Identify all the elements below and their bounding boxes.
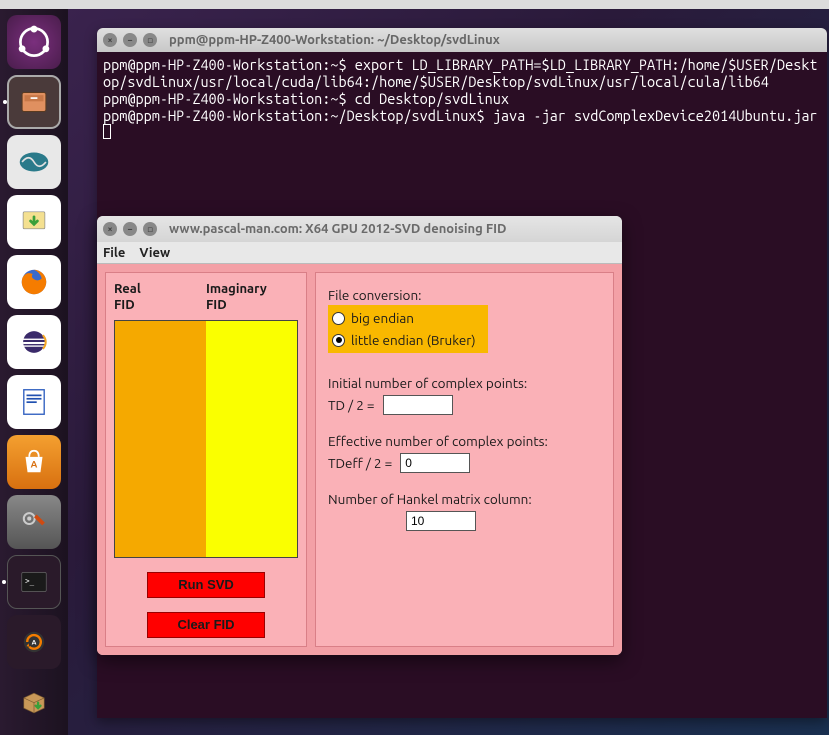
app-titlebar[interactable]: × − ▫ www.pascal-man.com: X64 GPU 2012-S… — [97, 216, 622, 242]
fid-panel: Real FID Imaginary FID Run SVD Clear FID — [105, 272, 307, 647]
terminal-icon: >_ — [17, 565, 51, 599]
eclipse-icon — [17, 325, 51, 359]
imaginary-fid-header: Imaginary FID — [206, 281, 298, 314]
unity-launcher: A >_ A — [0, 9, 68, 735]
td-input[interactable] — [383, 395, 453, 415]
download-folder-icon — [17, 205, 51, 239]
run-svd-button[interactable]: Run SVD — [147, 572, 265, 598]
hankel-row: Number of Hankel matrix column: — [328, 491, 601, 531]
launcher-terminal[interactable]: >_ — [7, 555, 61, 609]
ubuntu-icon — [17, 25, 51, 59]
terminal-title: ppm@ppm-HP-Z400-Workstation: ~/Desktop/s… — [169, 33, 500, 47]
close-icon[interactable]: × — [103, 222, 117, 236]
radio-icon — [332, 312, 345, 325]
firefox-icon — [17, 265, 51, 299]
initial-points-row: Initial number of complex points: TD / 2… — [328, 375, 601, 415]
little-endian-label: little endian (Bruker) — [351, 332, 476, 348]
hankel-label: Number of Hankel matrix column: — [328, 491, 601, 507]
maximize-icon[interactable]: ▫ — [143, 222, 157, 236]
real-fid-area — [115, 321, 206, 557]
launcher-firefox[interactable] — [7, 255, 61, 309]
svd-app-window: × − ▫ www.pascal-man.com: X64 GPU 2012-S… — [97, 216, 622, 655]
launcher-software-updater[interactable]: A — [7, 615, 61, 669]
launcher-package[interactable] — [7, 675, 61, 729]
gear-wrench-icon — [17, 505, 51, 539]
minimize-icon[interactable]: − — [123, 33, 137, 47]
little-endian-radio[interactable]: little endian (Bruker) — [328, 329, 488, 351]
launcher-libreoffice-writer[interactable] — [7, 375, 61, 429]
big-endian-radio[interactable]: big endian — [328, 307, 488, 329]
terminal-cursor — [103, 124, 111, 139]
fid-display — [114, 320, 298, 558]
launcher-system-settings[interactable] — [7, 495, 61, 549]
launcher-files[interactable] — [7, 75, 61, 129]
minimize-icon[interactable]: − — [123, 222, 137, 236]
launcher-software-center[interactable]: A — [7, 435, 61, 489]
svg-text:A: A — [32, 640, 37, 647]
hankel-input[interactable] — [406, 511, 476, 531]
tdeff-input[interactable] — [400, 453, 470, 473]
svg-text:A: A — [31, 458, 38, 469]
launcher-downloads[interactable] — [7, 195, 61, 249]
app-title: www.pascal-man.com: X64 GPU 2012-SVD den… — [169, 222, 507, 236]
terminal-titlebar[interactable]: × − ▫ ppm@ppm-HP-Z400-Workstation: ~/Des… — [97, 28, 827, 52]
big-endian-label: big endian — [351, 310, 414, 326]
file-drawer-icon — [17, 85, 51, 119]
app-menubar: File View — [97, 242, 622, 264]
shopping-bag-icon: A — [17, 445, 51, 479]
desktop-topbar — [0, 0, 829, 9]
effective-points-row: Effective number of complex points: TDef… — [328, 433, 601, 473]
updater-icon: A — [17, 625, 51, 659]
menu-file[interactable]: File — [103, 246, 125, 260]
endian-radio-group: big endian little endian (Bruker) — [328, 305, 488, 353]
clear-fid-button[interactable]: Clear FID — [147, 612, 265, 638]
svg-text:>_: >_ — [25, 576, 34, 585]
launcher-ubuntu-dash[interactable] — [7, 15, 61, 69]
package-download-icon — [17, 685, 51, 719]
wave-icon — [17, 145, 51, 179]
tdeff-label: TDeff / 2 = — [328, 455, 392, 471]
menu-view[interactable]: View — [139, 246, 170, 260]
initial-points-label: Initial number of complex points: — [328, 375, 601, 391]
file-conversion-label: File conversion: — [328, 287, 601, 303]
parameters-panel: File conversion: big endian little endia… — [315, 272, 614, 647]
app-content: Real FID Imaginary FID Run SVD Clear FID… — [97, 264, 622, 655]
close-icon[interactable]: × — [103, 33, 117, 47]
imaginary-fid-area — [206, 321, 297, 557]
real-fid-header: Real FID — [114, 281, 206, 314]
terminal-output[interactable]: ppm@ppm-HP-Z400-Workstation:~$ export LD… — [97, 52, 827, 147]
running-indicator — [3, 100, 7, 104]
terminal-text: ppm@ppm-HP-Z400-Workstation:~$ export LD… — [103, 56, 818, 124]
launcher-data-visualizer[interactable] — [7, 135, 61, 189]
td-label: TD / 2 = — [328, 397, 375, 413]
maximize-icon[interactable]: ▫ — [143, 33, 157, 47]
fid-headers: Real FID Imaginary FID — [114, 281, 298, 314]
effective-points-label: Effective number of complex points: — [328, 433, 601, 449]
running-indicator — [2, 580, 6, 584]
radio-icon — [332, 334, 345, 347]
document-icon — [17, 385, 51, 419]
launcher-eclipse[interactable] — [7, 315, 61, 369]
